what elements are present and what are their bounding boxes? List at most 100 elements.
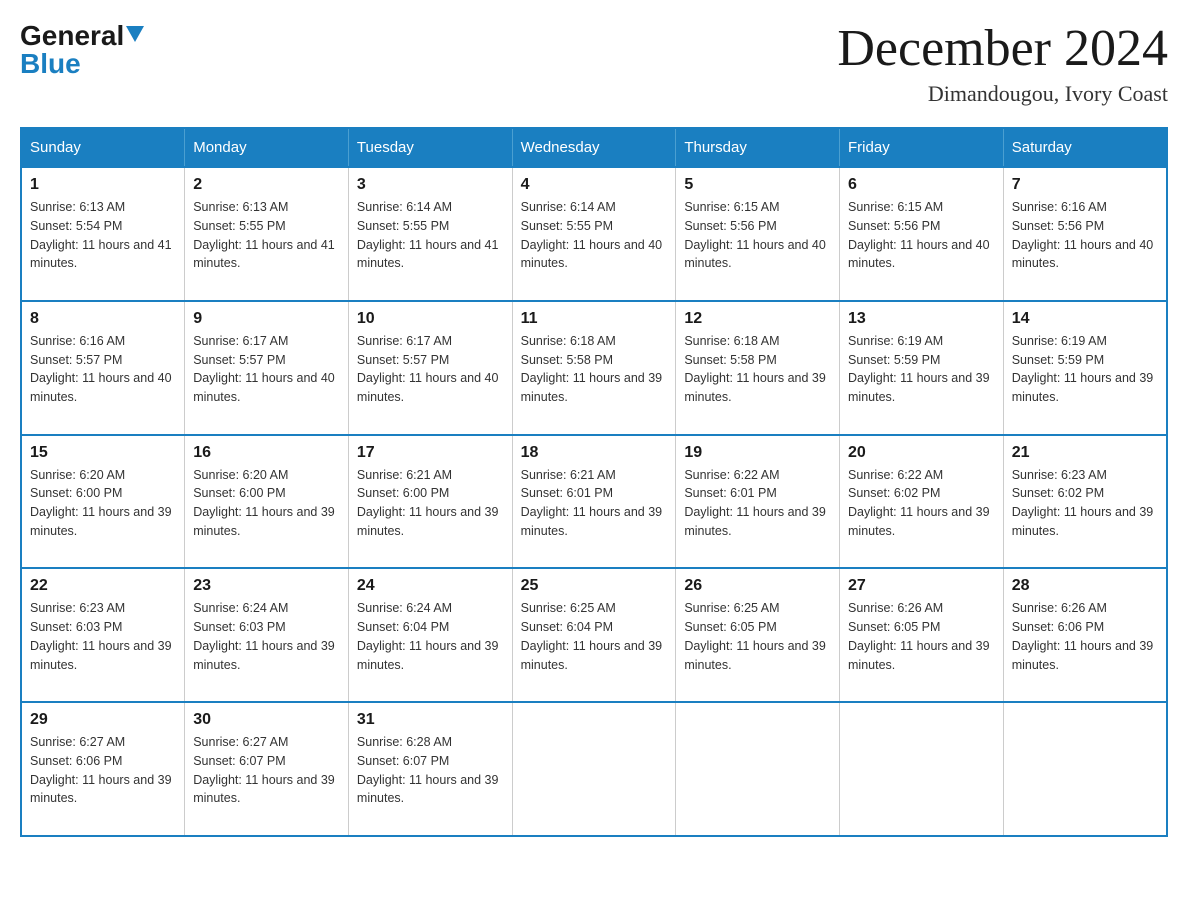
day-info: Sunrise: 6:13 AMSunset: 5:55 PMDaylight:…	[193, 198, 340, 292]
day-number: 2	[193, 176, 340, 194]
day-cell-5: 5 Sunrise: 6:15 AMSunset: 5:56 PMDaylight…	[676, 167, 840, 301]
day-info: Sunrise: 6:27 AMSunset: 6:06 PMDaylight:…	[30, 733, 176, 827]
day-number: 20	[848, 444, 995, 462]
empty-cell	[676, 702, 840, 836]
weekday-header-monday: Monday	[185, 128, 349, 167]
day-cell-15: 15 Sunrise: 6:20 AMSunset: 6:00 PMDayligh…	[21, 435, 185, 569]
day-number: 11	[521, 310, 668, 328]
day-number: 9	[193, 310, 340, 328]
day-info: Sunrise: 6:23 AMSunset: 6:02 PMDaylight:…	[1012, 466, 1158, 560]
day-number: 6	[848, 176, 995, 194]
day-number: 30	[193, 711, 340, 729]
day-cell-26: 26 Sunrise: 6:25 AMSunset: 6:05 PMDayligh…	[676, 568, 840, 702]
day-cell-31: 31Sunrise: 6:28 AMSunset: 6:07 PMDayligh…	[348, 702, 512, 836]
day-cell-14: 14 Sunrise: 6:19 AMSunset: 5:59 PMDayligh…	[1003, 301, 1167, 435]
day-info: Sunrise: 6:24 AMSunset: 6:04 PMDaylight:…	[357, 599, 504, 693]
day-cell-17: 17 Sunrise: 6:21 AMSunset: 6:00 PMDayligh…	[348, 435, 512, 569]
day-info: Sunrise: 6:25 AMSunset: 6:04 PMDaylight:…	[521, 599, 668, 693]
day-cell-20: 20 Sunrise: 6:22 AMSunset: 6:02 PMDayligh…	[840, 435, 1004, 569]
day-cell-18: 18Sunrise: 6:21 AMSunset: 6:01 PMDayligh…	[512, 435, 676, 569]
day-number: 25	[521, 577, 668, 595]
day-cell-8: 8 Sunrise: 6:16 AMSunset: 5:57 PMDaylight…	[21, 301, 185, 435]
week-row-1: 1 Sunrise: 6:13 AMSunset: 5:54 PMDaylight…	[21, 167, 1167, 301]
weekday-header-tuesday: Tuesday	[348, 128, 512, 167]
day-number: 19	[684, 444, 831, 462]
day-cell-19: 19 Sunrise: 6:22 AMSunset: 6:01 PMDayligh…	[676, 435, 840, 569]
day-number: 16	[193, 444, 340, 462]
day-cell-27: 27 Sunrise: 6:26 AMSunset: 6:05 PMDayligh…	[840, 568, 1004, 702]
day-number: 26	[684, 577, 831, 595]
weekday-header-row: SundayMondayTuesdayWednesdayThursdayFrid…	[21, 128, 1167, 167]
empty-cell	[512, 702, 676, 836]
day-number: 10	[357, 310, 504, 328]
day-cell-25: 25 Sunrise: 6:25 AMSunset: 6:04 PMDayligh…	[512, 568, 676, 702]
day-number: 23	[193, 577, 340, 595]
day-cell-3: 3 Sunrise: 6:14 AMSunset: 5:55 PMDaylight…	[348, 167, 512, 301]
day-number: 28	[1012, 577, 1158, 595]
day-cell-29: 29 Sunrise: 6:27 AMSunset: 6:06 PMDayligh…	[21, 702, 185, 836]
day-number: 29	[30, 711, 176, 729]
day-info: Sunrise: 6:26 AMSunset: 6:05 PMDaylight:…	[848, 599, 995, 693]
day-info: Sunrise: 6:17 AMSunset: 5:57 PMDaylight:…	[357, 332, 504, 426]
calendar-header: SundayMondayTuesdayWednesdayThursdayFrid…	[21, 128, 1167, 167]
day-info: Sunrise: 6:17 AMSunset: 5:57 PMDaylight:…	[193, 332, 340, 426]
day-number: 5	[684, 176, 831, 194]
day-number: 3	[357, 176, 504, 194]
calendar-body: 1 Sunrise: 6:13 AMSunset: 5:54 PMDaylight…	[21, 167, 1167, 836]
day-info: Sunrise: 6:15 AMSunset: 5:56 PMDaylight:…	[848, 198, 995, 292]
day-number: 8	[30, 310, 176, 328]
day-cell-30: 30 Sunrise: 6:27 AMSunset: 6:07 PMDayligh…	[185, 702, 349, 836]
day-info: Sunrise: 6:22 AMSunset: 6:01 PMDaylight:…	[684, 466, 831, 560]
calendar-subtitle: Dimandougou, Ivory Coast	[837, 81, 1168, 107]
weekday-header-saturday: Saturday	[1003, 128, 1167, 167]
day-info: Sunrise: 6:18 AMSunset: 5:58 PMDaylight:…	[684, 332, 831, 426]
day-number: 22	[30, 577, 176, 595]
day-info: Sunrise: 6:22 AMSunset: 6:02 PMDaylight:…	[848, 466, 995, 560]
day-cell-11: 11Sunrise: 6:18 AMSunset: 5:58 PMDayligh…	[512, 301, 676, 435]
day-info: Sunrise: 6:16 AMSunset: 5:57 PMDaylight:…	[30, 332, 176, 426]
day-number: 15	[30, 444, 176, 462]
logo-triangle-icon	[126, 26, 144, 42]
day-cell-10: 10 Sunrise: 6:17 AMSunset: 5:57 PMDayligh…	[348, 301, 512, 435]
day-info: Sunrise: 6:23 AMSunset: 6:03 PMDaylight:…	[30, 599, 176, 693]
day-info: Sunrise: 6:28 AMSunset: 6:07 PMDaylight:…	[357, 733, 504, 827]
empty-cell	[840, 702, 1004, 836]
day-number: 14	[1012, 310, 1158, 328]
day-info: Sunrise: 6:14 AMSunset: 5:55 PMDaylight:…	[357, 198, 504, 292]
day-number: 21	[1012, 444, 1158, 462]
day-info: Sunrise: 6:20 AMSunset: 6:00 PMDaylight:…	[30, 466, 176, 560]
day-info: Sunrise: 6:27 AMSunset: 6:07 PMDaylight:…	[193, 733, 340, 827]
page-header: General Blue December 2024 Dimandougou, …	[20, 20, 1168, 107]
day-info: Sunrise: 6:13 AMSunset: 5:54 PMDaylight:…	[30, 198, 176, 292]
day-cell-24: 24 Sunrise: 6:24 AMSunset: 6:04 PMDayligh…	[348, 568, 512, 702]
week-row-5: 29 Sunrise: 6:27 AMSunset: 6:06 PMDayligh…	[21, 702, 1167, 836]
day-info: Sunrise: 6:14 AMSunset: 5:55 PMDaylight:…	[521, 198, 668, 292]
logo-blue-text: Blue	[20, 48, 81, 80]
day-info: Sunrise: 6:15 AMSunset: 5:56 PMDaylight:…	[684, 198, 831, 292]
day-cell-28: 28Sunrise: 6:26 AMSunset: 6:06 PMDayligh…	[1003, 568, 1167, 702]
day-cell-4: 4 Sunrise: 6:14 AMSunset: 5:55 PMDaylight…	[512, 167, 676, 301]
weekday-header-friday: Friday	[840, 128, 1004, 167]
calendar-title: December 2024	[837, 20, 1168, 77]
day-info: Sunrise: 6:24 AMSunset: 6:03 PMDaylight:…	[193, 599, 340, 693]
day-info: Sunrise: 6:19 AMSunset: 5:59 PMDaylight:…	[848, 332, 995, 426]
day-info: Sunrise: 6:21 AMSunset: 6:00 PMDaylight:…	[357, 466, 504, 560]
day-cell-1: 1 Sunrise: 6:13 AMSunset: 5:54 PMDaylight…	[21, 167, 185, 301]
day-number: 12	[684, 310, 831, 328]
day-number: 13	[848, 310, 995, 328]
day-number: 7	[1012, 176, 1158, 194]
day-number: 24	[357, 577, 504, 595]
day-number: 17	[357, 444, 504, 462]
day-info: Sunrise: 6:25 AMSunset: 6:05 PMDaylight:…	[684, 599, 831, 693]
day-number: 4	[521, 176, 668, 194]
day-info: Sunrise: 6:19 AMSunset: 5:59 PMDaylight:…	[1012, 332, 1158, 426]
day-info: Sunrise: 6:20 AMSunset: 6:00 PMDaylight:…	[193, 466, 340, 560]
week-row-2: 8 Sunrise: 6:16 AMSunset: 5:57 PMDaylight…	[21, 301, 1167, 435]
day-number: 1	[30, 176, 176, 194]
day-number: 27	[848, 577, 995, 595]
day-cell-9: 9 Sunrise: 6:17 AMSunset: 5:57 PMDaylight…	[185, 301, 349, 435]
day-cell-22: 22 Sunrise: 6:23 AMSunset: 6:03 PMDayligh…	[21, 568, 185, 702]
logo: General Blue	[20, 20, 144, 80]
empty-cell	[1003, 702, 1167, 836]
day-info: Sunrise: 6:16 AMSunset: 5:56 PMDaylight:…	[1012, 198, 1158, 292]
